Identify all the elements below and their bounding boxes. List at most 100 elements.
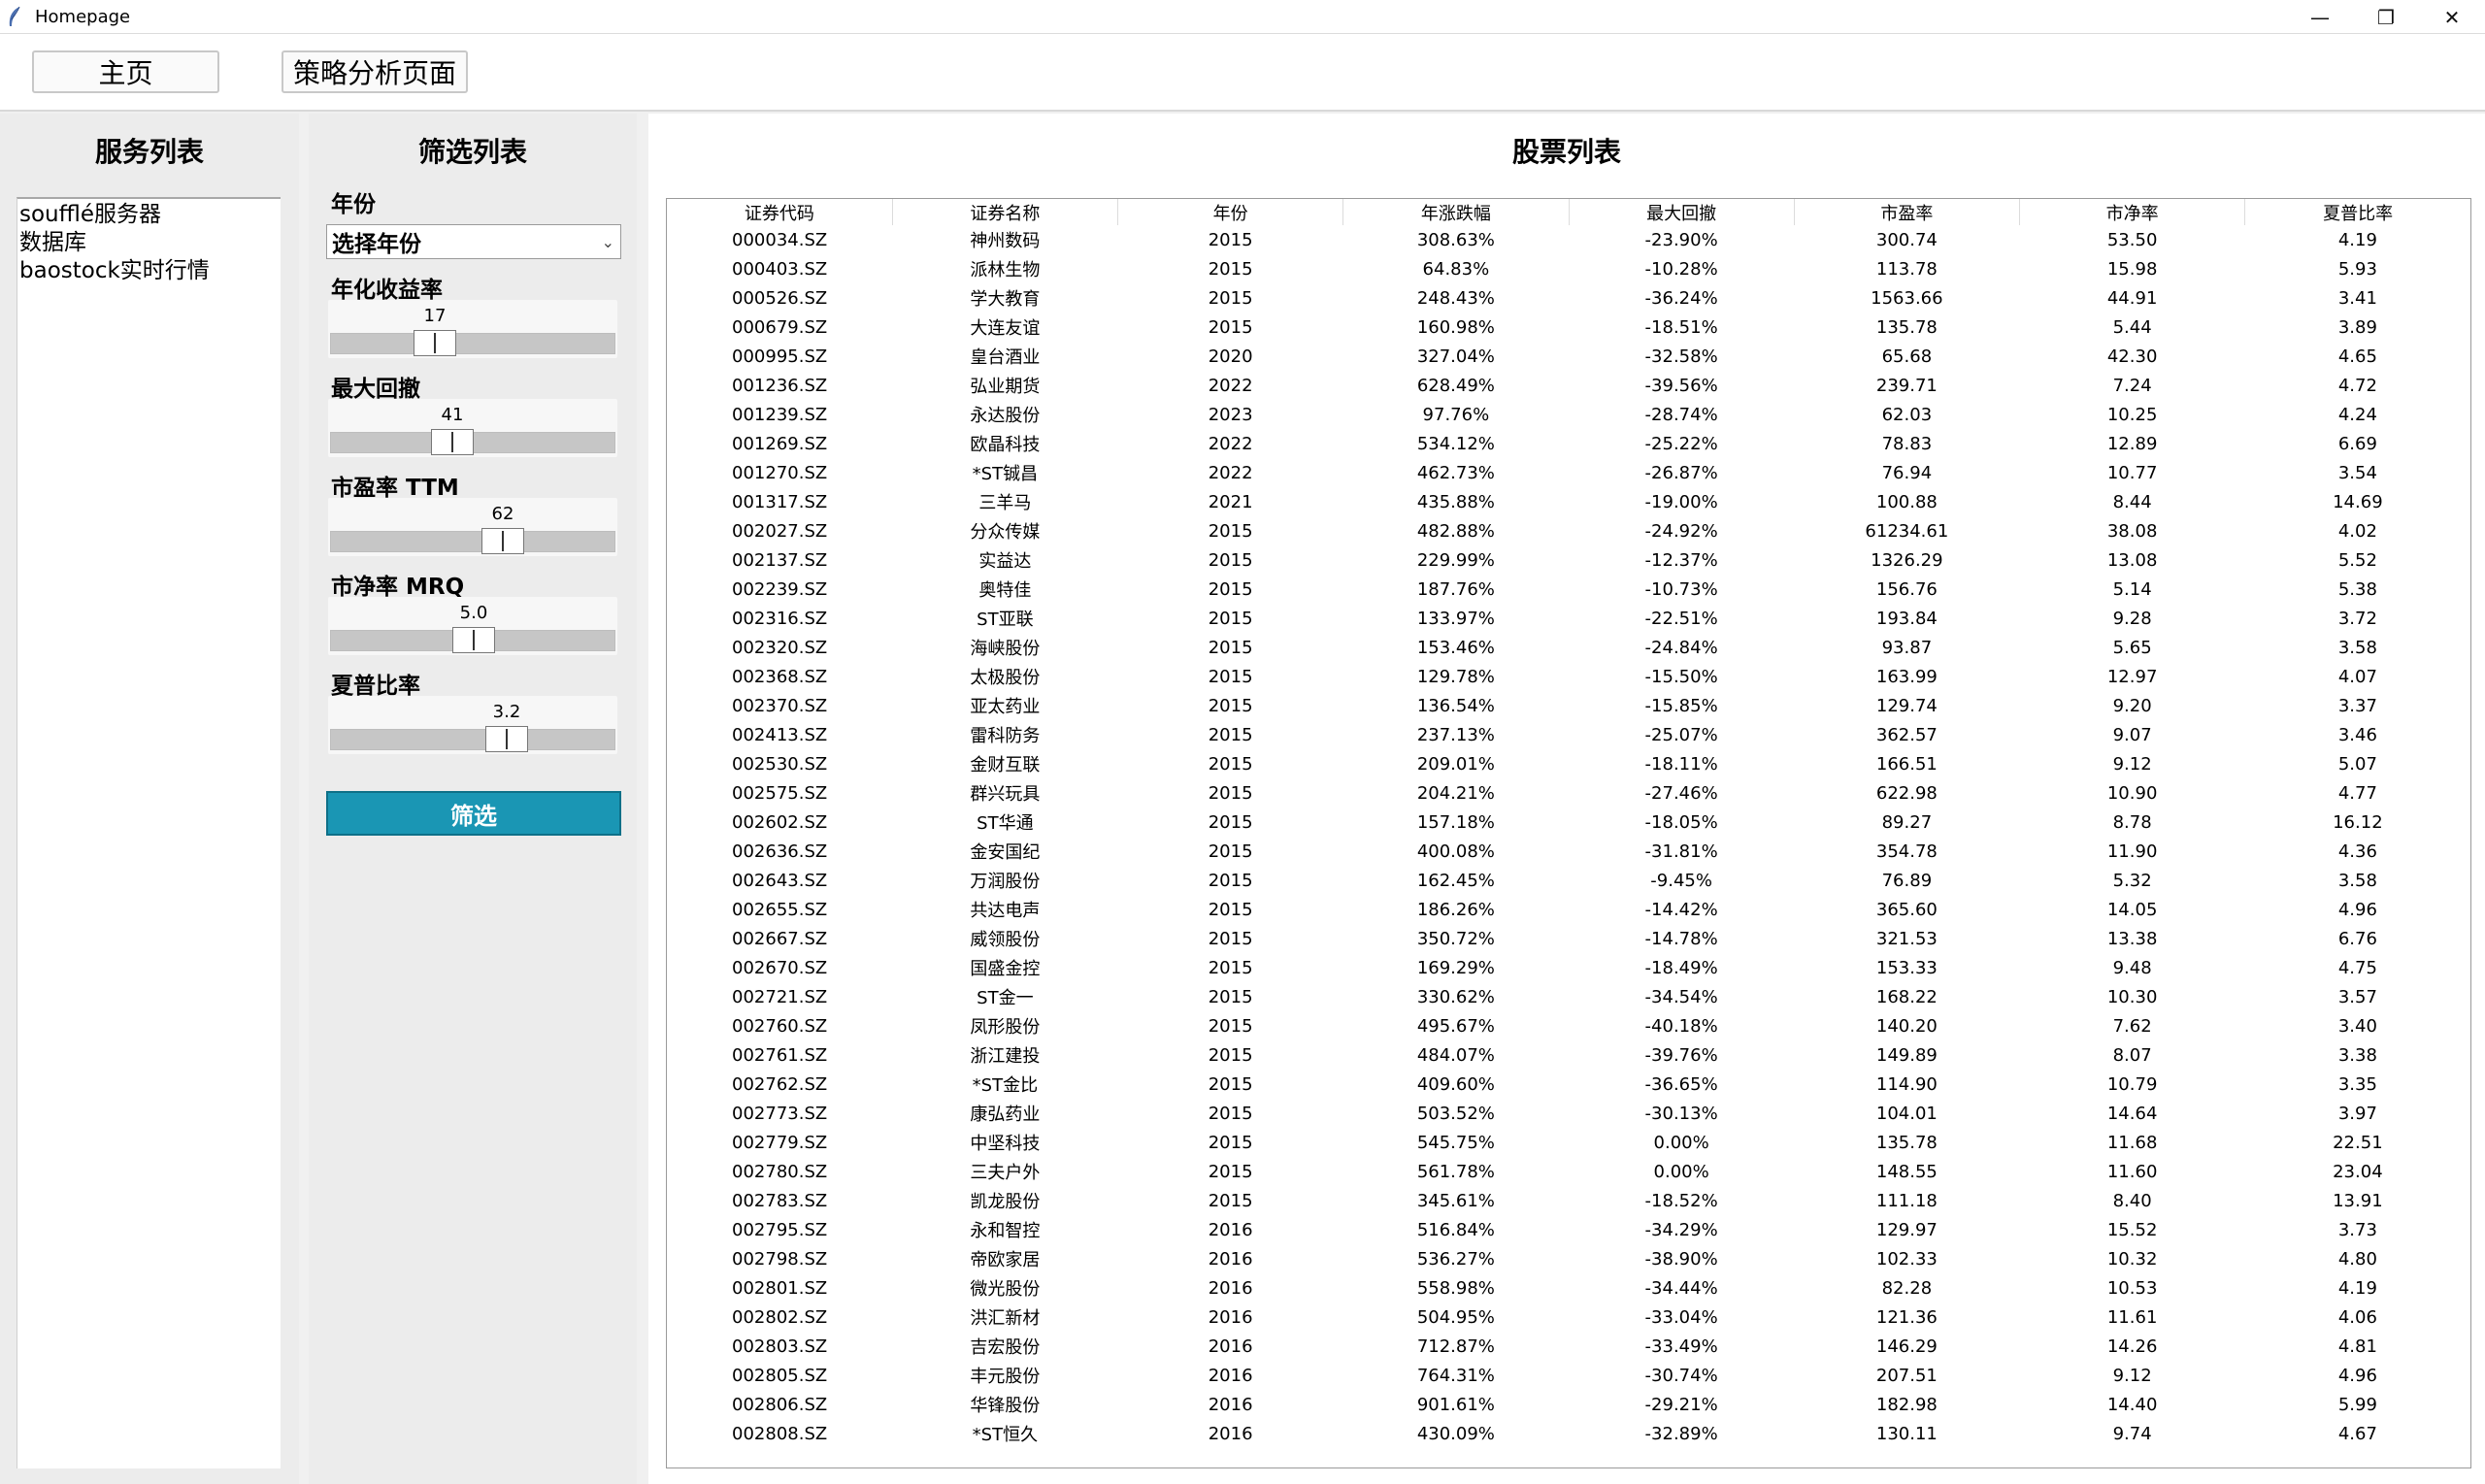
table-cell: 洪汇新材 xyxy=(970,1308,1041,1329)
table-cell: 002530.SZ xyxy=(732,753,828,775)
table-cell: 13.08 xyxy=(2106,549,2158,571)
service-item-souffle[interactable]: soufflé服务器 xyxy=(17,201,281,229)
table-row[interactable]: 002801.SZ 微光股份 2016 558.98% -34.44% 82.28 10.5… xyxy=(667,1273,2470,1303)
home-button[interactable]: 主页 xyxy=(32,50,219,93)
minimize-button[interactable]: — xyxy=(2287,0,2353,34)
table-row[interactable]: 002670.SZ 国盛金控 2015 169.29% -18.49% 153.33 9.4… xyxy=(667,953,2470,982)
column-header[interactable]: 夏普比率 xyxy=(2245,199,2470,225)
table-row[interactable]: 002575.SZ 群兴玩具 2015 204.21% -27.46% 622.98 10.… xyxy=(667,778,2470,808)
table-row[interactable]: 001239.SZ 永达股份 2023 97.76% -28.74% 62.03 10.25… xyxy=(667,400,2470,429)
table-row[interactable]: 002655.SZ 共达电声 2015 186.26% -14.42% 365.60 14.… xyxy=(667,895,2470,924)
slider-trough xyxy=(330,729,615,750)
table-row[interactable]: 002636.SZ 金安国纪 2015 400.08% -31.81% 354.78 11.… xyxy=(667,837,2470,866)
table-row[interactable]: 002239.SZ 奥特佳 2015 187.76% -10.73% 156.76 5.14… xyxy=(667,575,2470,604)
table-cell: 吉宏股份 xyxy=(970,1337,1041,1358)
table-row[interactable]: 002413.SZ 雷科防务 2015 237.13% -25.07% 362.57 9.0… xyxy=(667,720,2470,749)
table-cell: 3.89 xyxy=(2337,316,2377,338)
table-row[interactable]: 002667.SZ 威领股份 2015 350.72% -14.78% 321.53 13.… xyxy=(667,924,2470,953)
column-header[interactable]: 证券名称 xyxy=(892,199,1119,225)
max-drawdown-slider[interactable]: 41 xyxy=(328,399,617,457)
service-item-baostock[interactable]: baostock实时行情 xyxy=(17,257,281,285)
table-row[interactable]: 000526.SZ 学大教育 2015 248.43% -36.24% 1563.66 44… xyxy=(667,283,2470,313)
slider-thumb[interactable] xyxy=(481,528,524,554)
slider-thumb[interactable] xyxy=(452,627,495,653)
table-row[interactable]: 001236.SZ 弘业期货 2022 628.49% -39.56% 239.71 7.2… xyxy=(667,371,2470,400)
table-cell: 2015 xyxy=(1208,841,1253,862)
table-row[interactable]: 002808.SZ *ST恒久 2016 430.09% -32.89% 130.11 9.… xyxy=(667,1419,2470,1448)
table-cell: 002721.SZ xyxy=(732,986,828,1007)
table-row[interactable]: 002368.SZ 太极股份 2015 129.78% -15.50% 163.99 12.… xyxy=(667,662,2470,691)
table-row[interactable]: 002760.SZ 凤形股份 2015 495.67% -40.18% 140.20 7.6… xyxy=(667,1011,2470,1040)
table-row[interactable]: 002530.SZ 金财互联 2015 209.01% -18.11% 166.51 9.1… xyxy=(667,749,2470,778)
table-cell: 62.03 xyxy=(1881,404,1933,425)
table-row[interactable]: 002803.SZ 吉宏股份 2016 712.87% -33.49% 146.29 14.… xyxy=(667,1332,2470,1361)
table-row[interactable]: 002795.SZ 永和智控 2016 516.84% -34.29% 129.97 15.… xyxy=(667,1215,2470,1244)
table-cell: 182.98 xyxy=(1875,1394,1938,1415)
table-row[interactable]: 002721.SZ ST金一 2015 330.62% -34.54% 168.22 10.… xyxy=(667,982,2470,1011)
slider-thumb[interactable] xyxy=(485,726,528,752)
column-header[interactable]: 证券代码 xyxy=(667,199,893,225)
table-cell: 2016 xyxy=(1208,1365,1253,1386)
table-cell: -26.87% xyxy=(1644,462,1718,483)
table-cell: 002316.SZ xyxy=(732,608,828,629)
column-header[interactable]: 最大回撤 xyxy=(1569,199,1795,225)
table-row[interactable]: 002761.SZ 浙江建投 2015 484.07% -39.76% 149.89 8.0… xyxy=(667,1040,2470,1070)
table-row[interactable]: 002779.SZ 中坚科技 2015 545.75% 0.00% 135.78 11.68… xyxy=(667,1128,2470,1157)
table-row[interactable]: 002783.SZ 凯龙股份 2015 345.61% -18.52% 111.18 8.4… xyxy=(667,1186,2470,1215)
close-button[interactable]: ✕ xyxy=(2419,0,2485,34)
table-cell: -10.28% xyxy=(1644,258,1718,280)
table-row[interactable]: 002802.SZ 洪汇新材 2016 504.95% -33.04% 121.36 11.… xyxy=(667,1303,2470,1332)
table-row[interactable]: 002370.SZ 亚太药业 2015 136.54% -15.85% 129.74 9.2… xyxy=(667,691,2470,720)
table-cell: 350.72% xyxy=(1416,928,1495,949)
table-row[interactable]: 002316.SZ ST亚联 2015 133.97% -22.51% 193.84 9.2… xyxy=(667,604,2470,633)
table-row[interactable]: 002798.SZ 帝欧家居 2016 536.27% -38.90% 102.33 10.… xyxy=(667,1244,2470,1273)
table-cell: 学大教育 xyxy=(970,289,1041,310)
table-row[interactable]: 002602.SZ ST华通 2015 157.18% -18.05% 89.27 8.78… xyxy=(667,808,2470,837)
slider-thumb[interactable] xyxy=(431,429,474,455)
table-cell: 4.07 xyxy=(2337,666,2377,687)
table-row[interactable]: 001269.SZ 欧晶科技 2022 534.12% -25.22% 78.83 12.8… xyxy=(667,429,2470,458)
table-cell: 503.52% xyxy=(1416,1103,1495,1124)
table-row[interactable]: 000034.SZ 神州数码 2015 308.63% -23.90% 300.74 53.… xyxy=(667,225,2470,254)
table-row[interactable]: 000995.SZ 皇台酒业 2020 327.04% -32.58% 65.68 42.3… xyxy=(667,342,2470,371)
column-header[interactable]: 年涨跌幅 xyxy=(1342,199,1570,225)
table-cell: *ST金比 xyxy=(972,1075,1039,1096)
slider-thumb[interactable] xyxy=(414,330,456,356)
table-cell: 160.98% xyxy=(1416,316,1495,338)
strategy-analysis-button[interactable]: 策略分析页面 xyxy=(282,50,468,93)
column-header[interactable]: 市盈率 xyxy=(1794,199,2021,225)
table-row[interactable]: 002320.SZ 海峡股份 2015 153.46% -24.84% 93.87 5.65… xyxy=(667,633,2470,662)
annual-return-slider[interactable]: 17 xyxy=(328,300,617,358)
column-header[interactable]: 年份 xyxy=(1117,199,1344,225)
table-row[interactable]: 001270.SZ *ST铖昌 2022 462.73% -26.87% 76.94 10.… xyxy=(667,458,2470,487)
filter-button[interactable]: 筛选 xyxy=(326,791,621,836)
table-row[interactable]: 000403.SZ 派林生物 2015 64.83% -10.28% 113.78 15.9… xyxy=(667,254,2470,283)
maximize-button[interactable]: ❐ xyxy=(2353,0,2419,34)
table-row[interactable]: 002773.SZ 康弘药业 2015 503.52% -30.13% 104.01 14.… xyxy=(667,1099,2470,1128)
table-cell: 共达电声 xyxy=(970,901,1041,921)
table-cell: 5.99 xyxy=(2337,1394,2377,1415)
service-item-database[interactable]: 数据库 xyxy=(17,229,281,257)
table-cell: 万润股份 xyxy=(970,872,1041,892)
table-row[interactable]: 000679.SZ 大连友谊 2015 160.98% -18.51% 135.78 5.4… xyxy=(667,313,2470,342)
table-row[interactable]: 002137.SZ 实益达 2015 229.99% -12.37% 1326.29 13.… xyxy=(667,545,2470,575)
pe-ttm-slider[interactable]: 62 xyxy=(328,498,617,556)
table-row[interactable]: 002806.SZ 华锋股份 2016 901.61% -29.21% 182.98 14.… xyxy=(667,1390,2470,1419)
sharpe-ratio-slider[interactable]: 3.2 xyxy=(328,696,617,754)
table-row[interactable]: 002805.SZ 丰元股份 2016 764.31% -30.74% 207.51 9.1… xyxy=(667,1361,2470,1390)
column-header[interactable]: 市净率 xyxy=(2019,199,2246,225)
table-row[interactable]: 002762.SZ *ST金比 2015 409.60% -36.65% 114.90 10… xyxy=(667,1070,2470,1099)
pb-mrq-slider[interactable]: 5.0 xyxy=(328,597,617,655)
year-select[interactable]: 选择年份 ⌄ xyxy=(326,224,621,259)
table-cell: 102.33 xyxy=(1875,1248,1938,1270)
table-row[interactable]: 002027.SZ 分众传媒 2015 482.88% -24.92% 61234.61 3… xyxy=(667,516,2470,545)
table-row[interactable]: 002643.SZ 万润股份 2015 162.45% -9.45% 76.89 5.32 3… xyxy=(667,866,2470,895)
table-cell: 300.74 xyxy=(1875,229,1938,250)
table-cell: 430.09% xyxy=(1416,1423,1495,1444)
table-row[interactable]: 002780.SZ 三夫户外 2015 561.78% 0.00% 148.55 11.60… xyxy=(667,1157,2470,1186)
table-cell: 002636.SZ xyxy=(732,841,828,862)
table-row[interactable]: 001317.SZ 三羊马 2021 435.88% -19.00% 100.88 8.44… xyxy=(667,487,2470,516)
table-cell: 516.84% xyxy=(1416,1219,1495,1240)
table-cell: 002760.SZ xyxy=(732,1015,828,1037)
table-cell: 4.96 xyxy=(2337,1365,2377,1386)
